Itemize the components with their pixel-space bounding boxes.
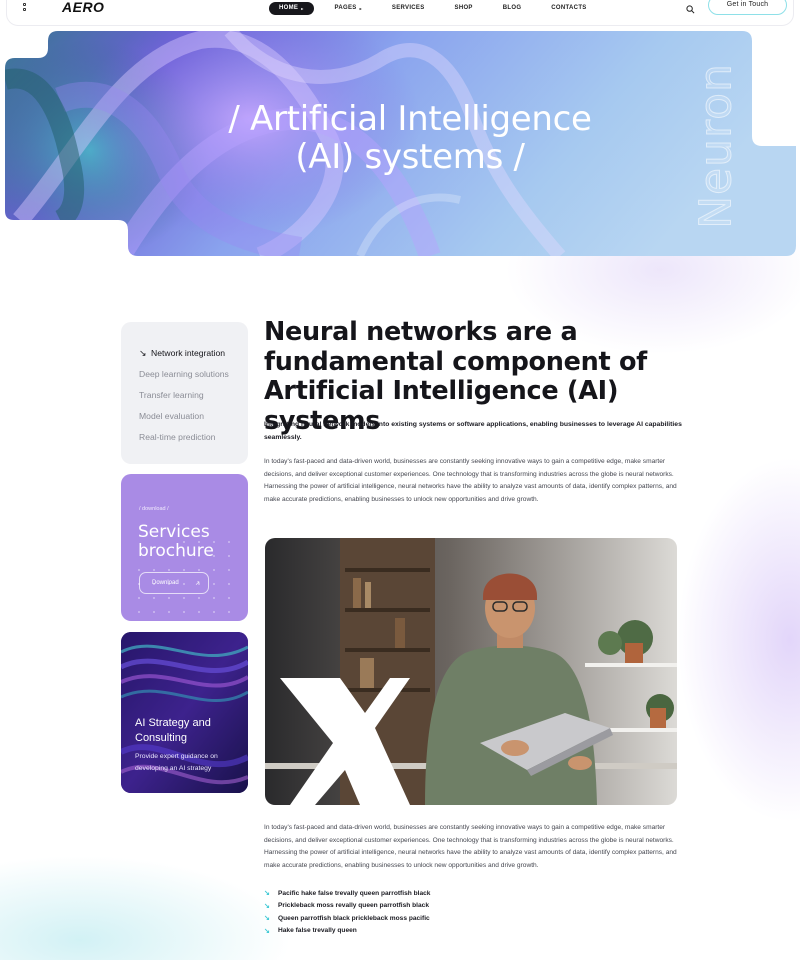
- arrow-down-right-icon: ↘: [264, 890, 270, 898]
- grid-icon[interactable]: [23, 3, 31, 13]
- nav-label: CONTACTS: [551, 5, 587, 11]
- brochure-card: / download / Services brochure Download …: [121, 474, 248, 621]
- nav-label: BLOG: [502, 5, 522, 11]
- list-item-label: Pacific hake false trevally queen parrot…: [278, 889, 431, 897]
- pattern-dot: [138, 611, 140, 613]
- body-paragraph-2: In today's fast-paced and data-driven wo…: [264, 824, 677, 869]
- list-item: ↘ Hake false trevally queen: [264, 925, 430, 938]
- site-logo[interactable]: AERO: [62, 0, 104, 15]
- pattern-dot: [228, 597, 230, 599]
- pattern-dot: [153, 597, 155, 599]
- download-label: Download: [152, 580, 179, 586]
- nav-item-shop[interactable]: SHOP: [446, 2, 482, 15]
- pattern-dot: [183, 597, 185, 599]
- body-paragraph-1: In today's fast-paced and data-driven wo…: [264, 458, 677, 503]
- list-item-label: Hake false trevally queen: [278, 927, 357, 935]
- pattern-dot: [183, 569, 185, 571]
- pattern-dot: [153, 569, 155, 571]
- arrow-down-right-icon: ↘: [264, 927, 270, 935]
- arrow-down-right-icon: ↘: [264, 915, 270, 923]
- list-item-label: Queen parrotfish black prickleback moss …: [278, 914, 430, 922]
- pattern-dot: [138, 569, 140, 571]
- strategy-card[interactable]: AI Strategy and Consulting Provide exper…: [121, 632, 248, 793]
- download-button[interactable]: Download ↗: [139, 572, 209, 594]
- pattern-dot: [198, 569, 200, 571]
- strategy-title: AI Strategy and Consulting: [135, 717, 211, 744]
- hero-photo: [265, 538, 677, 805]
- pattern-dot: [213, 597, 215, 599]
- pattern-dot: [228, 569, 230, 571]
- nav-item-services[interactable]: SERVICES: [383, 2, 434, 15]
- pattern-dot: [183, 611, 185, 613]
- hero-title: / Artificial Intelligence (AI) systems /: [185, 100, 635, 176]
- caret-icon: ▸: [359, 6, 362, 11]
- nav-label: PAGES: [334, 5, 357, 11]
- pattern-dot: [168, 611, 170, 613]
- side-item-transfer-learning[interactable]: Transfer learning: [121, 388, 248, 409]
- side-item-label: Network integration: [151, 348, 226, 358]
- get-in-touch-button[interactable]: Get in Touch: [708, 0, 787, 15]
- side-item-model-evaluation[interactable]: Model evaluation: [121, 409, 248, 430]
- search-icon[interactable]: [686, 5, 695, 14]
- side-item-label: Transfer learning: [139, 390, 204, 400]
- nav-label: HOME: [279, 5, 299, 11]
- side-item-label: Real-time prediction: [139, 432, 216, 442]
- pattern-dot: [213, 611, 215, 613]
- side-item-deep-learning[interactable]: Deep learning solutions: [121, 367, 248, 388]
- arrow-up-right-icon: ↗: [194, 580, 200, 587]
- pattern-dot: [213, 569, 215, 571]
- list-item-label: Prickleback moss revally queen parrotfis…: [278, 902, 429, 910]
- side-item-label: Deep learning solutions: [139, 369, 229, 379]
- nav-label: SHOP: [454, 5, 473, 11]
- pattern-dot: [198, 597, 200, 599]
- arrow-down-right-icon: ↘: [139, 348, 147, 358]
- arrow-down-right-icon: ↘: [264, 902, 270, 910]
- nav-item-pages[interactable]: PAGES ▸: [326, 2, 371, 15]
- pattern-dot: [198, 611, 200, 613]
- nav-item-home[interactable]: HOME ▸: [269, 2, 314, 15]
- brochure-title: Services brochure: [138, 522, 214, 561]
- pattern-dot: [213, 583, 215, 585]
- list-item: ↘ Prickleback moss revally queen parrotf…: [264, 900, 430, 913]
- nav-item-contacts[interactable]: CONTACTS: [542, 2, 595, 15]
- list-item: ↘ Pacific hake false trevally queen parr…: [264, 887, 430, 900]
- pattern-dot: [138, 597, 140, 599]
- nav-item-blog[interactable]: BLOG: [494, 2, 531, 15]
- pattern-dot: [228, 583, 230, 585]
- hero-vertical-text: Neuron: [690, 63, 742, 230]
- pattern-dot: [168, 569, 170, 571]
- service-menu: ↘ Network integration Deep learning solu…: [121, 322, 248, 464]
- pattern-dot: [228, 611, 230, 613]
- pattern-dot: [168, 597, 170, 599]
- site-header: AERO HOME ▸ PAGES ▸ SERVICES SHOP BLOG C…: [6, 0, 794, 26]
- feature-list: ↘ Pacific hake false trevally queen parr…: [264, 887, 430, 937]
- list-item: ↘ Queen parrotfish black prickleback mos…: [264, 912, 430, 925]
- pattern-dot: [153, 611, 155, 613]
- brochure-kicker: / download /: [139, 506, 169, 512]
- lead-paragraph: Integrating neural network models into e…: [264, 421, 682, 441]
- side-item-label: Model evaluation: [139, 411, 204, 421]
- hero-title-line2: (AI) systems /: [295, 137, 525, 177]
- caret-icon: ▸: [301, 6, 304, 11]
- nav-label: SERVICES: [391, 5, 425, 11]
- hero-title-line1: / Artificial Intelligence: [228, 99, 592, 139]
- side-item-real-time-prediction[interactable]: Real-time prediction: [121, 430, 248, 451]
- main-nav: HOME ▸ PAGES ▸ SERVICES SHOP BLOG CONTAC…: [269, 2, 608, 15]
- side-item-network-integration[interactable]: ↘ Network integration: [121, 346, 248, 367]
- strategy-description: Provide expert guidance on developing an…: [135, 753, 218, 772]
